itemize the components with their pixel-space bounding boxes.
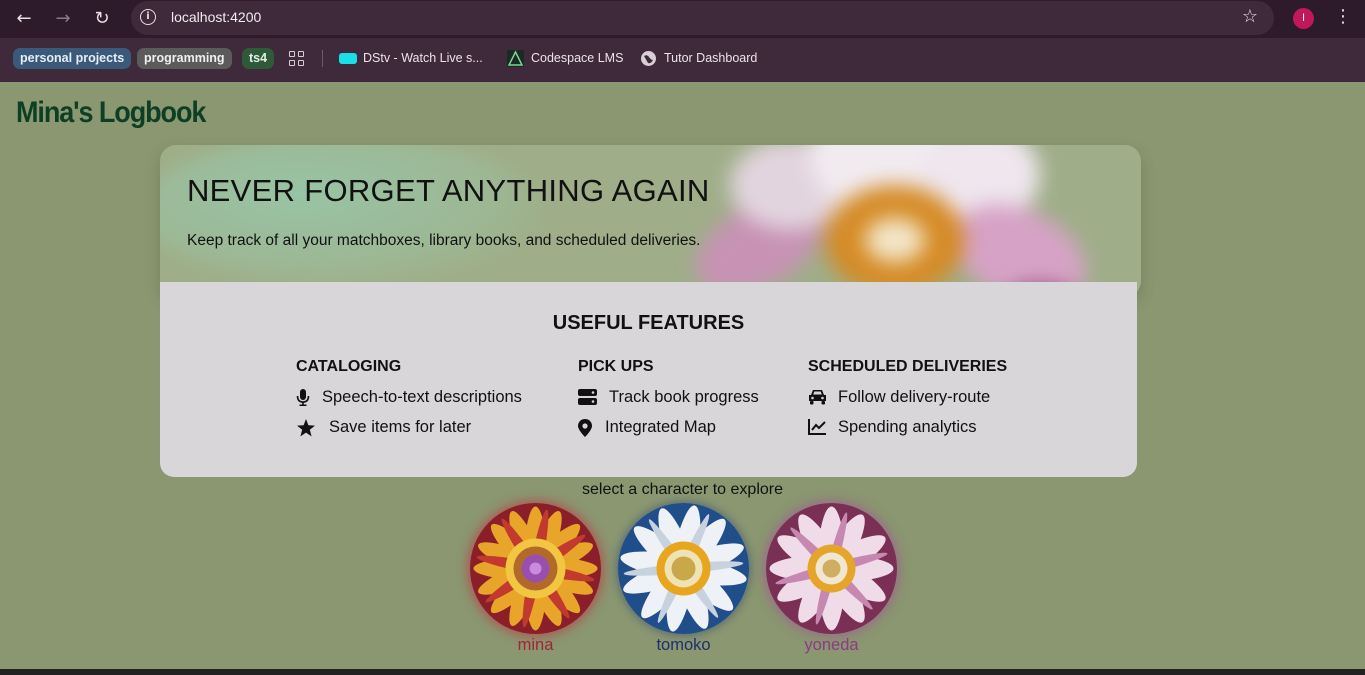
url-text[interactable]: localhost:4200	[171, 9, 261, 25]
bookmark-folder-programming[interactable]: programming	[137, 48, 232, 69]
character-name-mina[interactable]: mina	[470, 636, 601, 655]
bookmark-link-tutor-dashboard[interactable]: Tutor Dashboard	[664, 48, 757, 69]
browser-chrome: ← → ↻ i localhost:4200 ☆ I ⋮ personal pr…	[0, 0, 1365, 82]
feature-column-pickups: PICK UPS Track book progress Integrated …	[578, 358, 759, 440]
feature-item: Integrated Map	[578, 414, 716, 440]
profile-avatar[interactable]: I	[1293, 8, 1314, 29]
flower-image	[470, 503, 601, 634]
feature-item: Track book progress	[578, 384, 759, 410]
apps-grid-icon[interactable]	[289, 51, 305, 67]
reload-icon[interactable]: ↻	[90, 7, 114, 31]
bookmark-separator	[322, 50, 323, 67]
flower-image	[766, 503, 897, 634]
bookmark-link-codespace[interactable]: Codespace LMS	[531, 48, 623, 69]
hero-subtitle: Keep track of all your matchboxes, libra…	[187, 232, 701, 249]
forward-arrow-icon[interactable]: →	[51, 7, 75, 31]
feature-column-cataloging: CATALOGING Speech-to-text descriptions S…	[296, 358, 522, 440]
feature-item-label: Speech-to-text descriptions	[322, 388, 522, 406]
character-name-yoneda[interactable]: yoneda	[766, 636, 897, 655]
bottom-border	[0, 669, 1365, 675]
microphone-icon	[296, 389, 310, 406]
browser-toolbar: ← → ↻ i localhost:4200 ☆ I ⋮	[0, 0, 1365, 38]
bookmark-folder-ts4[interactable]: ts4	[242, 48, 275, 69]
flower-image	[618, 503, 749, 634]
feature-item-label: Track book progress	[609, 388, 759, 406]
hero-title: NEVER FORGET ANYTHING AGAIN	[187, 173, 710, 208]
features-title: USEFUL FEATURES	[552, 312, 745, 334]
features-card: USEFUL FEATURES CATALOGING Speech-to-tex…	[160, 282, 1137, 477]
server-icon	[578, 389, 597, 405]
codespace-favicon-icon	[507, 50, 524, 67]
bookmark-star-icon[interactable]: ☆	[1242, 6, 1258, 27]
hero-flower-image	[696, 145, 1087, 297]
hero-glow	[160, 145, 540, 285]
feature-heading: SCHEDULED DELIVERIES	[808, 358, 1008, 375]
character-avatar-yoneda[interactable]	[766, 503, 897, 634]
site-info-icon[interactable]: i	[140, 9, 156, 25]
feature-item: Speech-to-text descriptions	[296, 384, 522, 410]
character-prompt: select a character to explore	[582, 481, 783, 498]
feature-heading: CATALOGING	[296, 358, 402, 375]
globe-icon	[641, 51, 656, 66]
car-icon	[809, 390, 826, 405]
address-bar[interactable]: i localhost:4200 ☆	[131, 1, 1274, 35]
feature-item: Spending analytics	[808, 414, 1007, 440]
character-name-tomoko[interactable]: tomoko	[618, 636, 749, 655]
feature-column-deliveries: SCHEDULED DELIVERIES Follow delivery-rou…	[808, 358, 1007, 440]
feature-item-label: Integrated Map	[605, 418, 716, 436]
feature-heading: PICK UPS	[578, 358, 654, 375]
star-icon	[297, 419, 315, 437]
bookmark-link-dstv[interactable]: DStv - Watch Live s...	[363, 48, 483, 69]
character-avatar-tomoko[interactable]	[618, 503, 749, 634]
bookmark-folder-personal-projects[interactable]: personal projects	[13, 48, 132, 69]
app-logo[interactable]: Mina's Logbook	[16, 96, 206, 130]
feature-item-label: Save items for later	[329, 418, 472, 436]
feature-item-label: Spending analytics	[838, 418, 977, 436]
hero-banner: NEVER FORGET ANYTHING AGAIN Keep track o…	[160, 145, 1141, 297]
browser-menu-icon[interactable]: ⋮	[1334, 6, 1352, 27]
feature-item: Save items for later	[296, 414, 471, 440]
map-pin-icon	[578, 419, 592, 437]
character-avatar-mina[interactable]	[470, 503, 601, 634]
line-chart-icon	[808, 419, 826, 435]
back-arrow-icon[interactable]: ←	[12, 7, 36, 31]
dstv-favicon-icon	[339, 53, 357, 64]
feature-item-label: Follow delivery-route	[838, 388, 991, 406]
feature-item: Follow delivery-route	[808, 384, 1007, 410]
